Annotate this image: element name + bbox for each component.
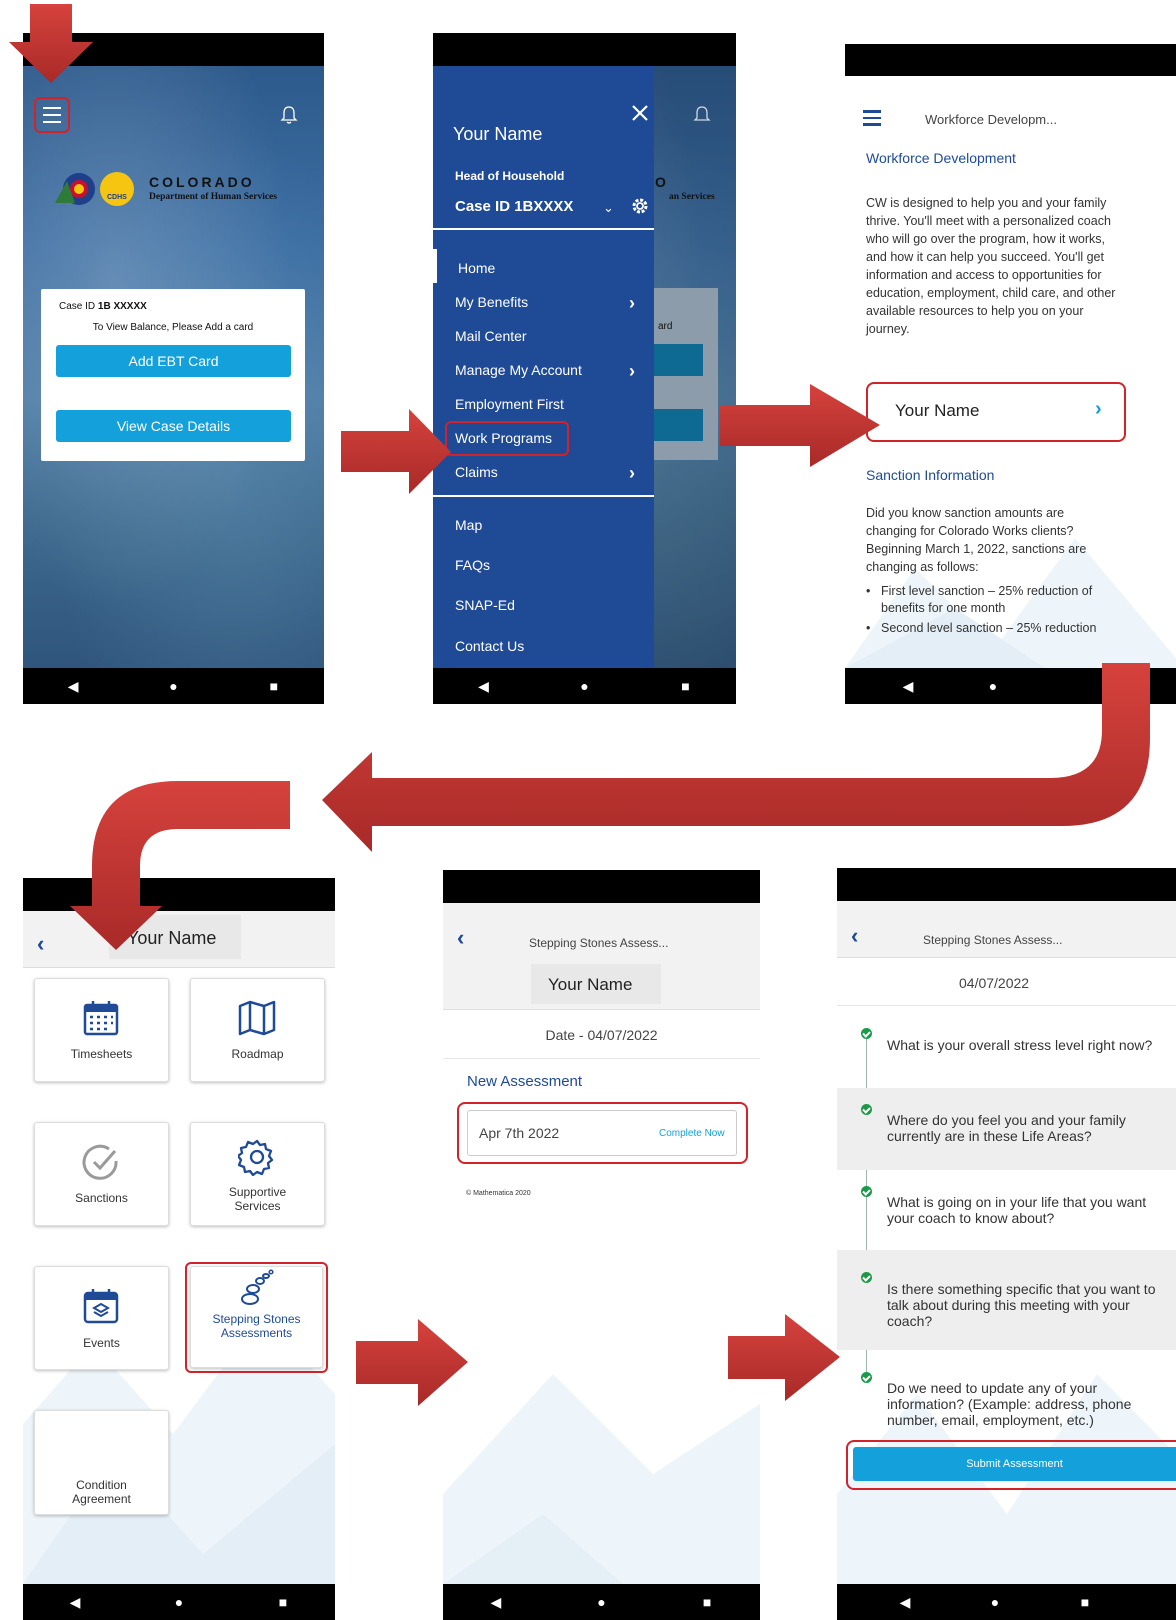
arrow-right-4 [728,1314,840,1401]
arrow-right-3 [356,1319,468,1406]
flow-arrows [9,4,1150,1406]
arrow-curve-down [70,781,290,950]
arrow-right-1 [341,409,451,494]
arrow-down-to-menu-icon [9,4,93,83]
arrow-right-2 [720,384,880,467]
arrow-curve-back [322,663,1150,852]
